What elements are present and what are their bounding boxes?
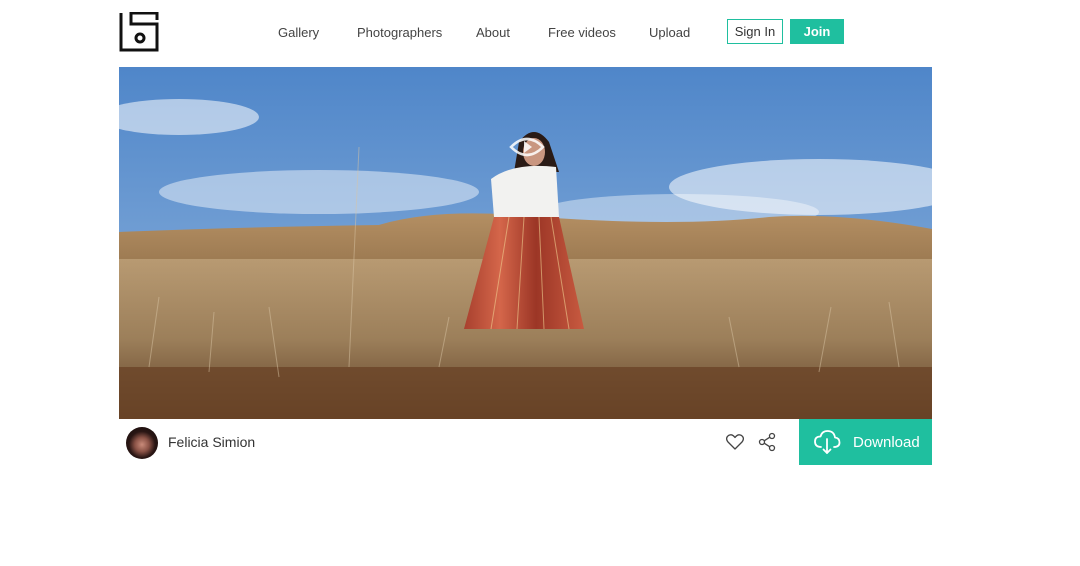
play-icon[interactable]	[507, 127, 547, 167]
author-avatar[interactable]	[126, 427, 158, 459]
share-icon[interactable]	[757, 432, 777, 452]
photo-image	[119, 67, 932, 419]
cloud-download-icon	[814, 430, 841, 454]
nav-free-videos[interactable]: Free videos	[548, 25, 616, 40]
site-logo[interactable]	[119, 12, 159, 52]
nav-gallery[interactable]: Gallery	[278, 25, 319, 40]
join-button[interactable]: Join	[790, 19, 844, 44]
author-name[interactable]: Felicia Simion	[168, 434, 255, 450]
download-button[interactable]: Download	[799, 419, 932, 465]
nav-upload[interactable]: Upload	[649, 25, 690, 40]
sign-in-button[interactable]: Sign In	[727, 19, 783, 44]
nav-photographers[interactable]: Photographers	[357, 25, 442, 40]
nav-about[interactable]: About	[476, 25, 510, 40]
download-label: Download	[853, 433, 920, 451]
heart-icon[interactable]	[725, 432, 745, 452]
photo-viewer[interactable]	[119, 67, 932, 419]
